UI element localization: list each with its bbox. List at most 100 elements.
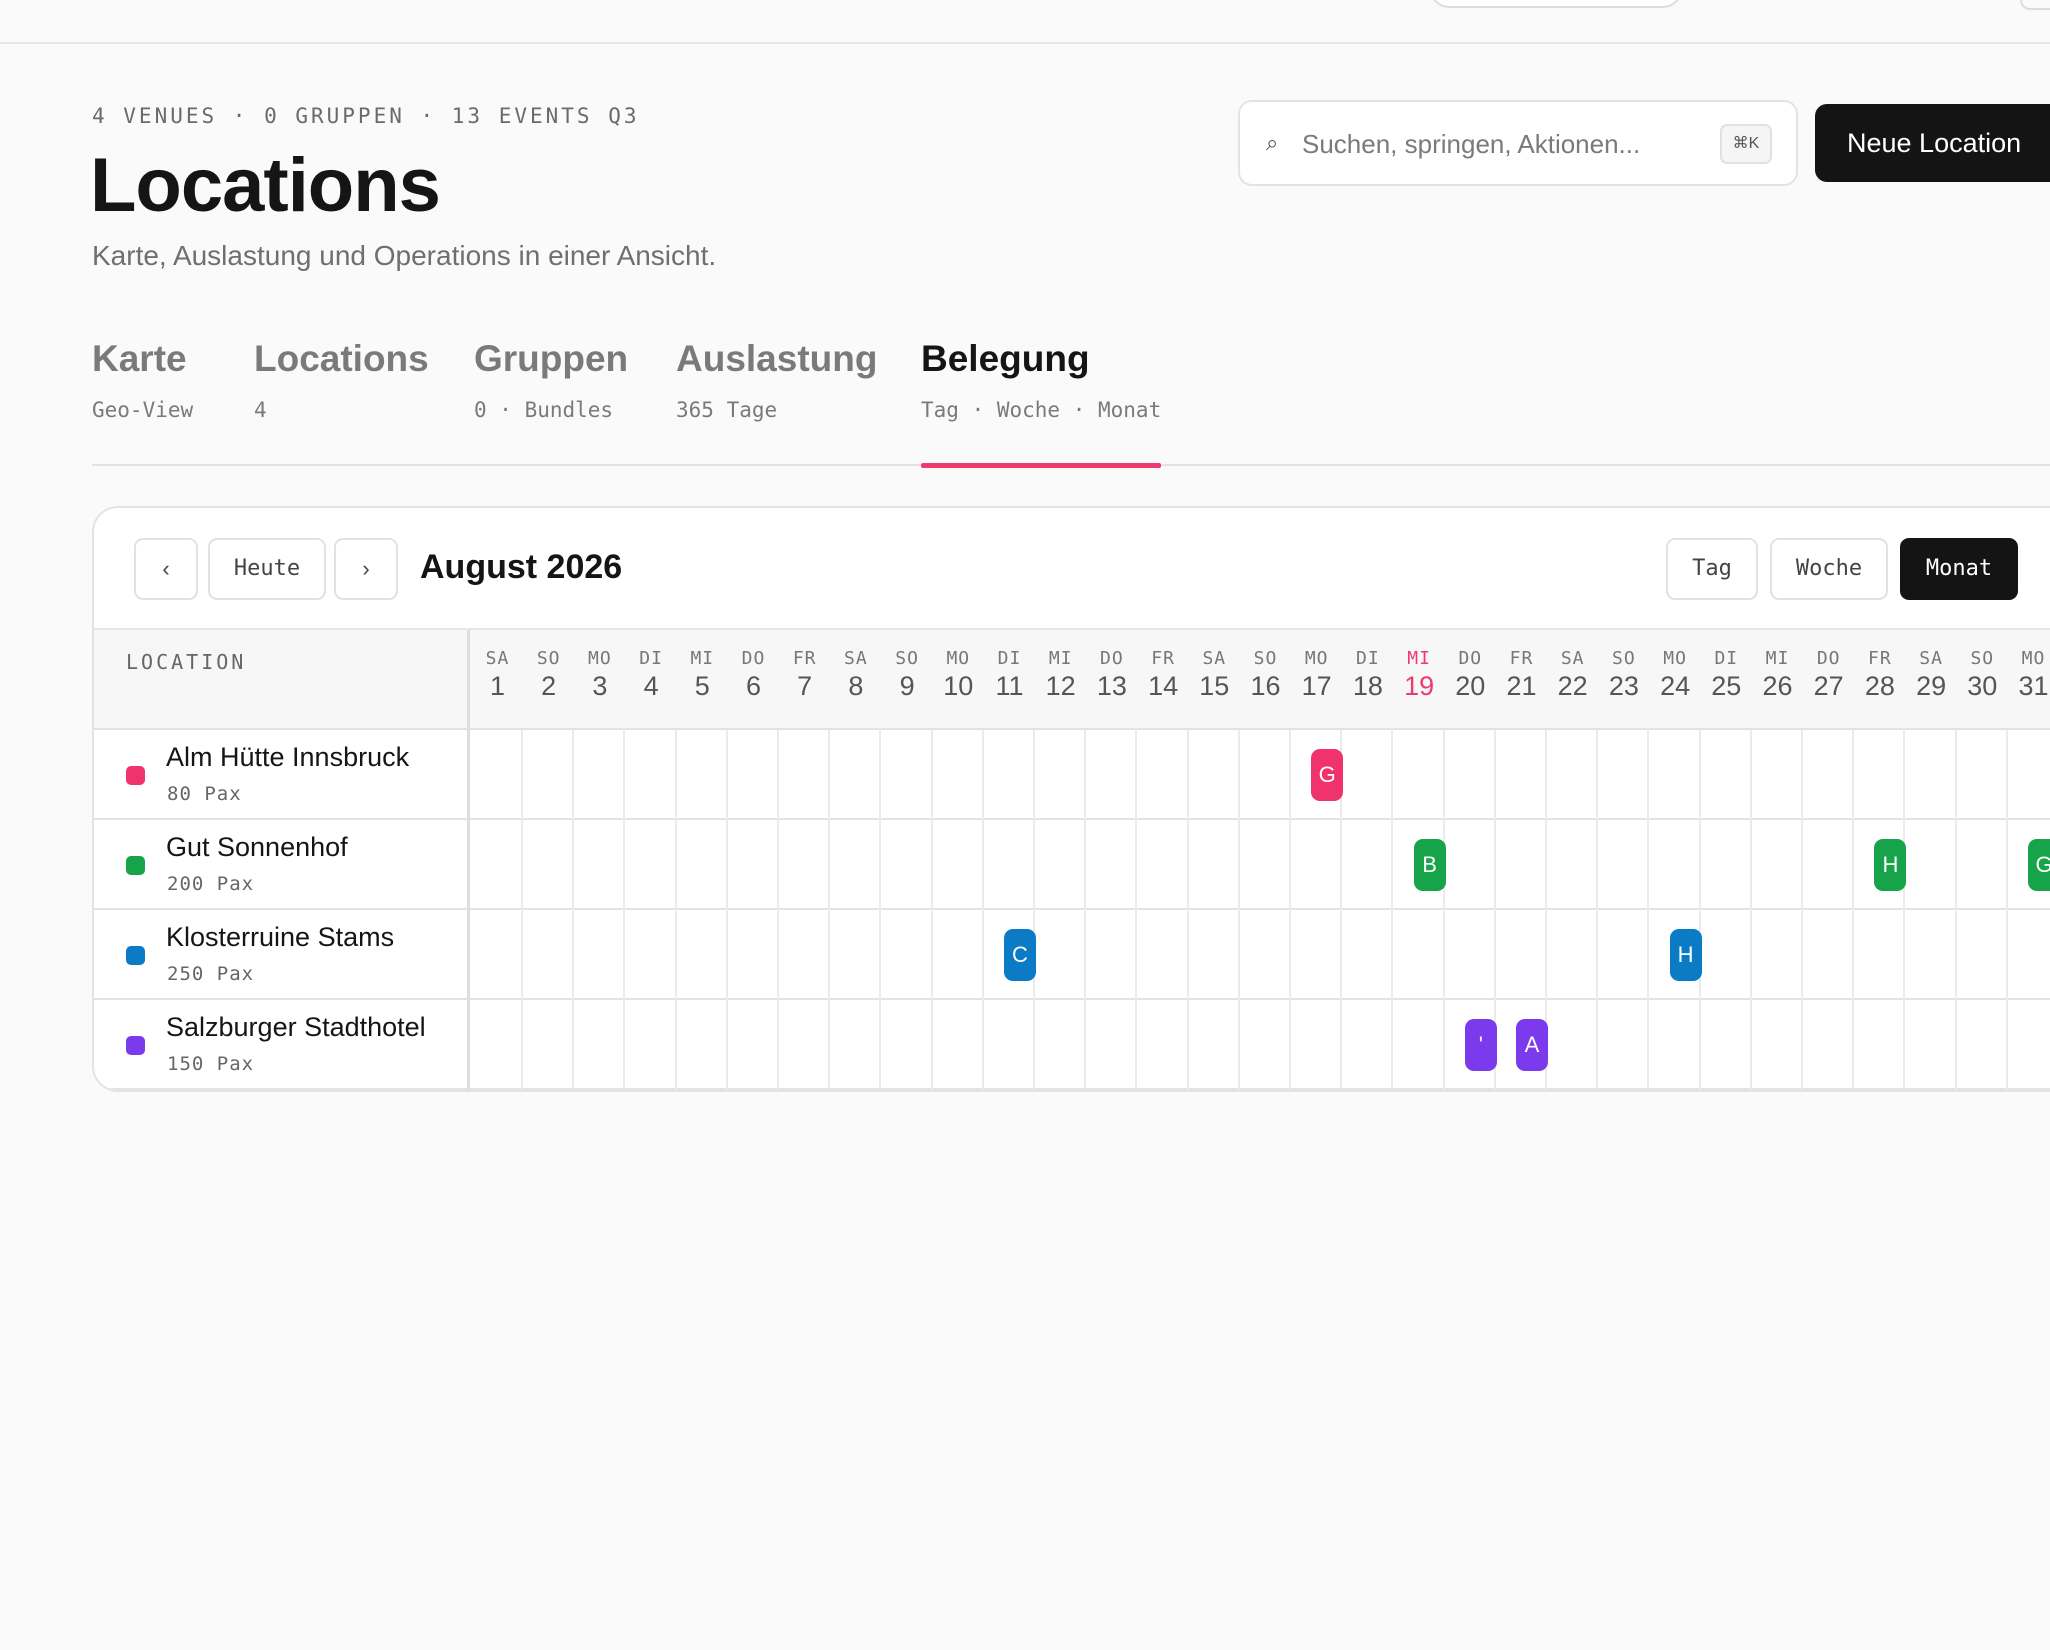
event-block[interactable]: G [2028, 839, 2050, 891]
view-woche-button[interactable]: Woche [1770, 538, 1888, 600]
tab-gruppen[interactable]: Gruppen 0 · Bundles [474, 338, 628, 466]
day-cell[interactable] [1394, 1000, 1445, 1090]
day-cell[interactable] [677, 730, 728, 820]
day-cell[interactable] [1445, 730, 1496, 820]
day-cell[interactable] [1803, 820, 1855, 910]
day-cell[interactable] [574, 730, 626, 820]
day-cell[interactable] [882, 730, 933, 820]
event-block[interactable]: ' [1464, 1019, 1497, 1071]
location-cell[interactable]: Gut Sonnenhof 200 Pax [94, 820, 470, 910]
day-cell[interactable] [523, 730, 575, 820]
day-cell[interactable] [1957, 820, 2008, 910]
day-cell[interactable] [933, 730, 984, 820]
day-cell[interactable] [1803, 910, 1855, 1000]
view-tag-button[interactable]: Tag [1666, 538, 1758, 600]
day-cell[interactable] [1701, 730, 1752, 820]
day-cell[interactable] [779, 820, 831, 910]
day-cell[interactable] [1138, 910, 1189, 1000]
day-cell[interactable] [574, 820, 626, 910]
day-cell[interactable] [1189, 910, 1240, 1000]
day-cell[interactable] [1291, 820, 1343, 910]
day-cell[interactable] [1547, 910, 1599, 1000]
day-cell[interactable] [779, 730, 831, 820]
day-cell[interactable] [984, 1000, 1035, 1090]
day-cell[interactable] [882, 820, 933, 910]
day-cell[interactable] [1342, 820, 1394, 910]
day-cell[interactable] [472, 730, 523, 820]
day-cell[interactable] [933, 820, 984, 910]
location-cell[interactable]: Klosterruine Stams 250 Pax [94, 910, 470, 1000]
day-cell[interactable] [1854, 730, 1906, 820]
day-cell[interactable] [1035, 1000, 1087, 1090]
event-block[interactable]: H [1874, 839, 1907, 891]
event-block[interactable]: H [1669, 929, 1702, 981]
day-cell[interactable] [574, 910, 626, 1000]
day-cell[interactable] [1291, 910, 1343, 1000]
day-cell[interactable] [1240, 730, 1291, 820]
day-cell[interactable] [728, 910, 779, 1000]
day-cell[interactable] [1547, 730, 1599, 820]
new-location-button[interactable]: Neue Location [1815, 104, 2050, 182]
day-cell[interactable] [1547, 1000, 1599, 1090]
day-cell[interactable] [1957, 730, 2008, 820]
event-block[interactable]: A [1516, 1019, 1548, 1071]
day-cell[interactable] [779, 1000, 831, 1090]
day-cell[interactable] [523, 1000, 575, 1090]
day-cell[interactable] [830, 820, 882, 910]
day-cell[interactable] [933, 1000, 984, 1090]
day-cell[interactable] [1342, 730, 1394, 820]
day-cell[interactable] [1086, 730, 1138, 820]
location-cell[interactable]: Alm Hütte Innsbruck 80 Pax [94, 730, 470, 820]
day-cell[interactable] [1752, 730, 1803, 820]
day-cell[interactable] [1342, 910, 1394, 1000]
location-cell[interactable]: Salzburger Stadthotel 150 Pax [94, 1000, 470, 1090]
day-cell[interactable] [1291, 1000, 1343, 1090]
day-cell[interactable] [1138, 1000, 1189, 1090]
day-cell[interactable] [1189, 1000, 1240, 1090]
day-cell[interactable] [1598, 910, 1650, 1000]
day-cell[interactable] [1240, 820, 1291, 910]
day-cell[interactable] [1394, 730, 1445, 820]
day-cell[interactable] [523, 910, 575, 1000]
day-cell[interactable] [1445, 820, 1496, 910]
tab-karte[interactable]: Karte Geo-View [92, 338, 193, 466]
day-cell[interactable] [1496, 730, 1547, 820]
day-cell[interactable] [1445, 910, 1496, 1000]
day-cell[interactable] [2008, 730, 2050, 820]
day-cell[interactable] [779, 910, 831, 1000]
day-cell[interactable] [1138, 730, 1189, 820]
day-cell[interactable] [1752, 1000, 1803, 1090]
day-cell[interactable] [1189, 820, 1240, 910]
day-cell[interactable] [1035, 820, 1087, 910]
day-cell[interactable] [1086, 1000, 1138, 1090]
day-cell[interactable] [1240, 910, 1291, 1000]
top-bar-pill[interactable] [1430, 0, 1682, 8]
day-cell[interactable] [1394, 910, 1445, 1000]
day-cell[interactable] [1547, 820, 1599, 910]
day-cell[interactable] [1752, 910, 1803, 1000]
tab-locations[interactable]: Locations 4 [254, 338, 429, 466]
today-button[interactable]: Heute [208, 538, 326, 600]
day-cell[interactable] [1854, 1000, 1906, 1090]
day-cell[interactable] [1240, 1000, 1291, 1090]
day-cell[interactable] [1906, 910, 1957, 1000]
day-cell[interactable] [2008, 1000, 2050, 1090]
day-cell[interactable] [1189, 730, 1240, 820]
command-search[interactable]: ⌕ ⌘K [1238, 100, 1798, 186]
day-cell[interactable] [830, 730, 882, 820]
day-cell[interactable] [728, 1000, 779, 1090]
day-cell[interactable] [677, 820, 728, 910]
next-month-button[interactable]: › [334, 538, 398, 600]
day-cell[interactable] [677, 910, 728, 1000]
day-cell[interactable] [830, 910, 882, 1000]
day-cell[interactable] [626, 820, 677, 910]
day-cell[interactable] [882, 1000, 933, 1090]
day-cell[interactable] [574, 1000, 626, 1090]
day-cell[interactable] [1854, 910, 1906, 1000]
day-cell[interactable] [1086, 820, 1138, 910]
event-block[interactable]: C [1004, 929, 1036, 981]
day-cell[interactable] [472, 910, 523, 1000]
day-cell[interactable] [1598, 730, 1650, 820]
day-cell[interactable] [1342, 1000, 1394, 1090]
prev-month-button[interactable]: ‹ [134, 538, 198, 600]
